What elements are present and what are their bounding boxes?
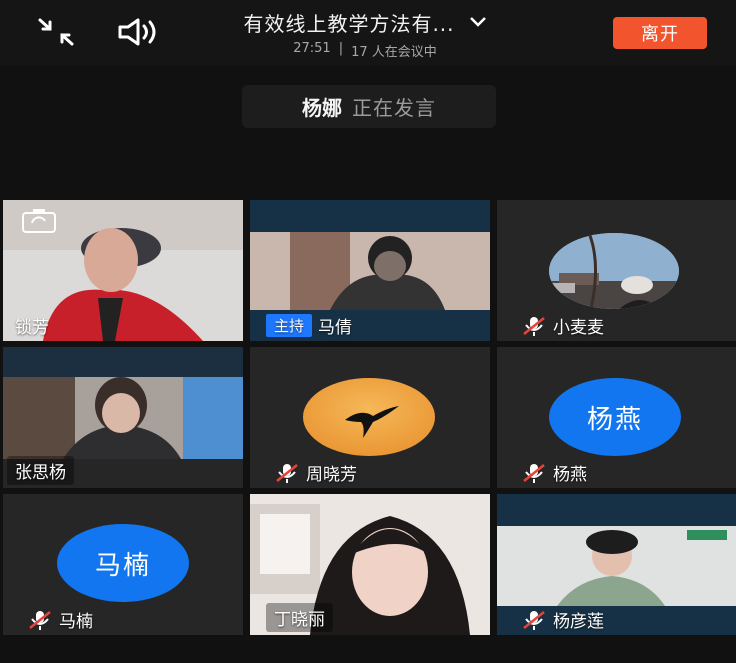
participant-name: 周晓芳 (306, 465, 357, 485)
video-tile[interactable]: 锁芳 (3, 200, 243, 341)
chevron-down-icon[interactable] (469, 13, 487, 32)
mic-off-icon (521, 315, 547, 337)
mic-off-icon (274, 462, 300, 484)
meeting-title: 有效线上教学方法有... (243, 12, 455, 36)
meeting-title-area[interactable]: 有效线上教学方法有... 27:51 | 17 人在会议中 (190, 8, 540, 60)
meeting-elapsed: 27:51 (293, 41, 331, 56)
video-tile[interactable]: 主持 马倩 (250, 200, 490, 341)
speaker-status: 正在发言 (352, 96, 436, 120)
tile-label: 主持 马倩 (266, 313, 352, 338)
leave-button[interactable]: 离开 (613, 17, 707, 49)
participant-name: 丁晓丽 (274, 610, 325, 630)
top-bar: 有效线上教学方法有... 27:51 | 17 人在会议中 离开 (0, 0, 736, 66)
participant-name: 张思杨 (15, 463, 66, 483)
tile-label: 锁芳 (15, 313, 49, 338)
video-tile[interactable]: 丁晓丽 (250, 494, 490, 635)
mic-off-icon (27, 609, 53, 631)
video-tile[interactable]: 杨彦莲 (497, 494, 736, 635)
avatar (549, 233, 679, 309)
shrink-icon[interactable] (34, 14, 78, 50)
participant-name: 马楠 (59, 612, 93, 632)
host-badge: 主持 (266, 314, 313, 337)
video-tile[interactable]: 周晓芳 (250, 347, 490, 488)
avatar: 马楠 (57, 524, 189, 602)
current-speaker-banner: 杨娜 正在发言 (242, 85, 496, 128)
speaker-icon[interactable] (116, 14, 160, 50)
subtitle-separator: | (338, 41, 344, 56)
camera-switch-icon[interactable] (21, 208, 57, 234)
participant-name: 马倩 (318, 318, 353, 338)
participant-count: 17 人在会议中 (351, 45, 437, 60)
avatar (303, 378, 435, 456)
video-tile[interactable]: 张思杨 (3, 347, 243, 488)
speaker-name: 杨娜 (302, 96, 342, 120)
participant-name: 锁芳 (15, 318, 49, 338)
tile-label: 小麦麦 (521, 313, 604, 338)
tile-label: 丁晓丽 (266, 603, 333, 632)
tile-label: 马楠 (27, 607, 93, 632)
avatar: 杨燕 (549, 378, 681, 456)
tile-label: 杨燕 (521, 460, 587, 485)
video-tile[interactable]: 杨燕 杨燕 (497, 347, 736, 488)
tile-label: 周晓芳 (274, 460, 357, 485)
video-tile[interactable]: 马楠 马楠 (3, 494, 243, 635)
tile-label: 杨彦莲 (521, 607, 604, 632)
video-tile[interactable]: 小麦麦 (497, 200, 736, 341)
participant-name: 杨彦莲 (553, 612, 604, 632)
participant-name: 杨燕 (553, 465, 587, 485)
mic-off-icon (521, 462, 547, 484)
tile-label: 张思杨 (7, 456, 74, 485)
participant-name: 小麦麦 (553, 318, 604, 338)
mic-off-icon (521, 609, 547, 631)
